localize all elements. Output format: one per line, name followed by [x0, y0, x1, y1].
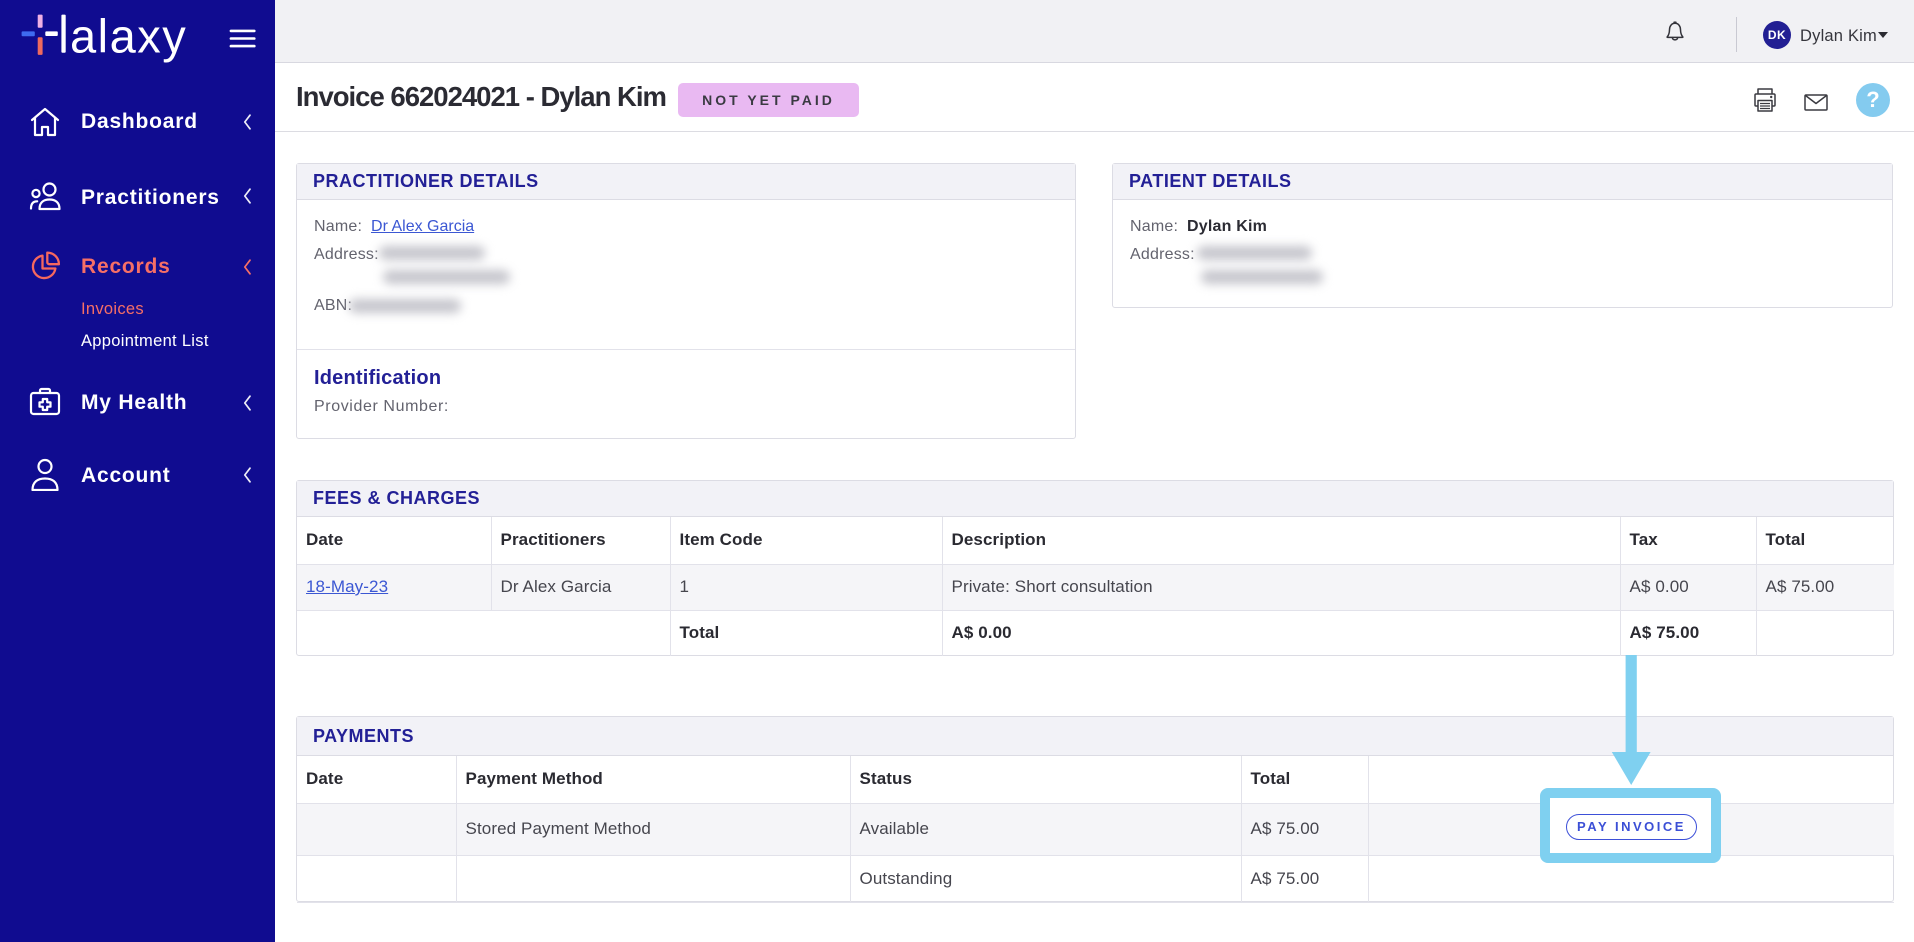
svg-text:alaxy: alaxy: [70, 10, 187, 63]
